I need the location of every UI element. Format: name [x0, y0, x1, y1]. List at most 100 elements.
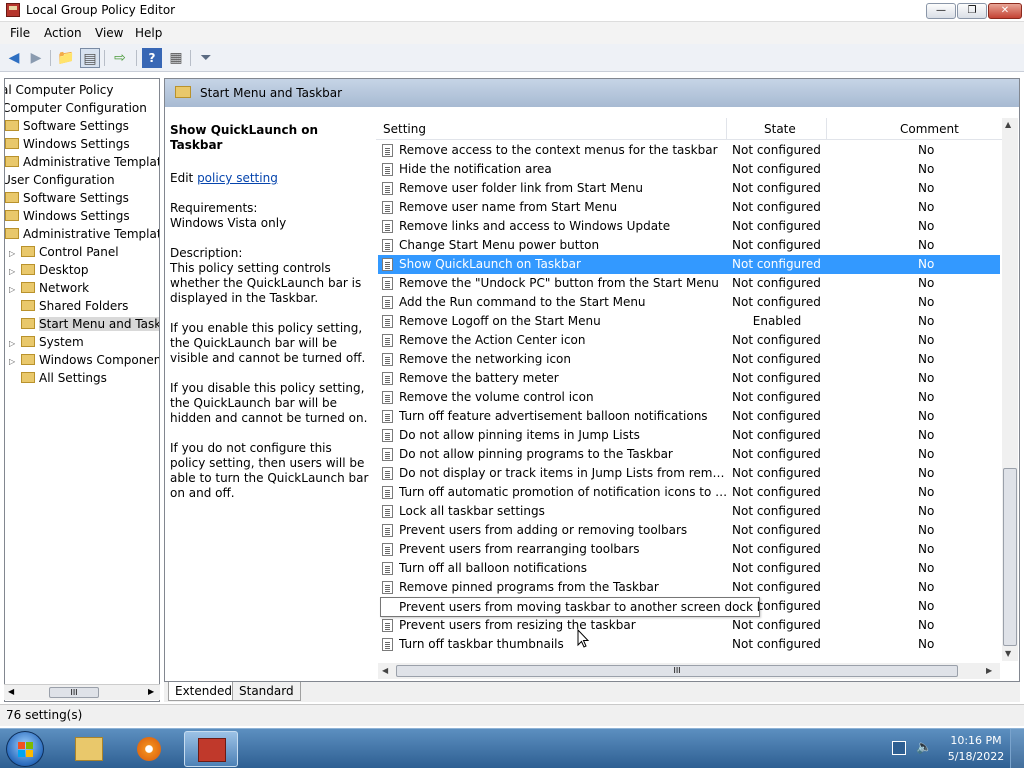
- filter-icon[interactable]: ⏷: [196, 48, 216, 68]
- policy-setting-icon: [382, 638, 393, 651]
- scroll-thumb[interactable]: III: [49, 687, 99, 698]
- settings-row[interactable]: Prevent users from resizing the taskbar N…: [378, 616, 1000, 635]
- tab-extended[interactable]: Extended: [168, 682, 239, 701]
- tree-item-system[interactable]: ▷ System: [9, 333, 84, 351]
- settings-row[interactable]: Remove the volume control icon Not config…: [378, 388, 1000, 407]
- settings-row[interactable]: Remove user folder link from Start Menu N…: [378, 179, 1000, 198]
- show-desktop-button[interactable]: [1010, 729, 1024, 768]
- settings-row[interactable]: Lock all taskbar settings Not configured N…: [378, 502, 1000, 521]
- tree-item-user-administrative-templates[interactable]: Administrative Templates: [5, 225, 159, 243]
- scroll-up-icon[interactable]: ▲: [1005, 120, 1011, 129]
- tree-item-user-software-settings[interactable]: Software Settings: [5, 189, 129, 207]
- settings-row[interactable]: Prevent users from adding or removing to…: [378, 521, 1000, 540]
- settings-row[interactable]: Remove the battery meter Not configured No: [378, 369, 1000, 388]
- maximize-button[interactable]: ❐: [957, 3, 987, 19]
- network-icon[interactable]: [892, 741, 906, 755]
- tree-item-all-settings[interactable]: All Settings: [21, 369, 107, 387]
- up-folder-icon[interactable]: 📁: [56, 48, 76, 68]
- minimize-button[interactable]: —: [926, 3, 956, 19]
- settings-row[interactable]: Remove user name from Start Menu Not conf…: [378, 198, 1000, 217]
- settings-row[interactable]: Remove Logoff on the Start Menu Enabled No: [378, 312, 1000, 331]
- settings-row[interactable]: Add the Run command to the Start Menu Not…: [378, 293, 1000, 312]
- expand-icon: ▷: [9, 285, 16, 294]
- setting-name: Remove user folder link from Start Menu: [399, 181, 644, 195]
- edit-policy-link[interactable]: policy setting: [197, 171, 278, 185]
- settings-row[interactable]: Remove the "Undock PC" button from the S…: [378, 274, 1000, 293]
- start-button[interactable]: [6, 731, 44, 767]
- back-icon[interactable]: ◀: [4, 48, 24, 68]
- menu-help[interactable]: Help: [135, 26, 162, 40]
- menu-action[interactable]: Action: [44, 26, 82, 40]
- forward-icon[interactable]: ▶: [26, 48, 46, 68]
- export-list-icon[interactable]: ⇨: [110, 48, 130, 68]
- settings-row[interactable]: Turn off taskbar thumbnails Not configure…: [378, 635, 1000, 654]
- settings-row[interactable]: Turn off automatic promotion of notifica…: [378, 483, 1000, 502]
- settings-row[interactable]: Change Start Menu power button Not config…: [378, 236, 1000, 255]
- tree-item-windows-settings[interactable]: Windows Settings: [5, 135, 130, 153]
- tree-item-windows-components[interactable]: ▷ Windows Components: [9, 351, 159, 369]
- title-bar: Local Group Policy Editor — ❐ ✕: [0, 0, 1024, 22]
- settings-row[interactable]: Do not allow pinning programs to the Tas…: [378, 445, 1000, 464]
- taskbar-media-player-button[interactable]: [122, 731, 176, 767]
- settings-row[interactable]: Remove pinned programs from the Taskbar N…: [378, 578, 1000, 597]
- column-header-setting[interactable]: Setting: [383, 122, 426, 136]
- menu-view[interactable]: View: [95, 26, 123, 40]
- setting-state: Not configured: [732, 409, 821, 423]
- tree-item-computer-configuration[interactable]: Computer Configuration: [5, 99, 147, 117]
- tab-standard[interactable]: Standard: [232, 682, 301, 701]
- clock-time[interactable]: 10:16 PM: [946, 734, 1006, 747]
- close-button[interactable]: ✕: [988, 3, 1022, 19]
- policy-setting-icon: [382, 220, 393, 233]
- scroll-right-icon[interactable]: ▶: [986, 666, 992, 675]
- tree-item-user-windows-settings[interactable]: Windows Settings: [5, 207, 130, 225]
- folder-icon: [5, 228, 19, 239]
- taskbar-group-policy-button[interactable]: [184, 731, 238, 767]
- settings-row[interactable]: Do not display or track items in Jump Li…: [378, 464, 1000, 483]
- tree-horizontal-scrollbar[interactable]: ◀ III ▶: [4, 684, 160, 700]
- menu-file[interactable]: File: [10, 26, 30, 40]
- settings-row[interactable]: Remove access to the context menus for t…: [378, 141, 1000, 160]
- tree-item-shared-folders[interactable]: Shared Folders: [21, 297, 128, 315]
- volume-icon[interactable]: 🔈: [916, 740, 932, 755]
- setting-name: Remove the networking icon: [399, 352, 572, 366]
- properties-icon[interactable]: ▦: [166, 48, 186, 68]
- settings-list-header: Setting State Comment: [376, 118, 1002, 140]
- tree-item-start-menu-and-taskbar[interactable]: Start Menu and Taskbar: [21, 315, 159, 333]
- scroll-left-icon[interactable]: ◀: [8, 687, 14, 696]
- description-paragraph: This policy setting controls whether the…: [170, 261, 362, 305]
- tree-item-software-settings[interactable]: Software Settings: [5, 117, 129, 135]
- setting-comment: No: [918, 295, 935, 309]
- help-icon[interactable]: ?: [142, 48, 162, 68]
- scroll-thumb[interactable]: [1003, 468, 1017, 646]
- settings-row[interactable]: Prevent users from rearranging toolbars N…: [378, 540, 1000, 559]
- tree-item-control-panel[interactable]: ▷ Control Panel: [9, 243, 119, 261]
- show-hide-tree-icon[interactable]: ▤: [80, 48, 100, 68]
- column-header-state[interactable]: State: [764, 122, 796, 136]
- tree-item-administrative-templates[interactable]: Administrative Templates: [5, 153, 159, 171]
- taskbar-explorer-button[interactable]: [62, 731, 116, 767]
- folder-icon: [21, 372, 35, 383]
- settings-row[interactable]: Show QuickLaunch on Taskbar Not configure…: [378, 255, 1000, 274]
- settings-row[interactable]: Hide the notification area Not configured…: [378, 160, 1000, 179]
- tree-item-user-configuration[interactable]: User Configuration: [5, 171, 115, 189]
- tree-item-desktop[interactable]: ▷ Desktop: [9, 261, 89, 279]
- scroll-thumb[interactable]: III: [396, 665, 958, 677]
- settings-row[interactable]: Remove links and access to Windows Updat…: [378, 217, 1000, 236]
- settings-vertical-scrollbar[interactable]: ▲ ▼: [1002, 118, 1018, 661]
- scroll-left-icon[interactable]: ◀: [382, 666, 388, 675]
- tree-item-network[interactable]: ▷ Network: [9, 279, 89, 297]
- settings-row[interactable]: Remove the networking icon Not configured…: [378, 350, 1000, 369]
- settings-row[interactable]: Turn off feature advertisement balloon n…: [378, 407, 1000, 426]
- policy-setting-icon: [382, 372, 393, 385]
- column-header-comment[interactable]: Comment: [900, 122, 959, 136]
- policy-setting-icon: [382, 258, 393, 271]
- scroll-down-icon[interactable]: ▼: [1005, 649, 1011, 658]
- settings-row[interactable]: Remove the Action Center icon Not configu…: [378, 331, 1000, 350]
- settings-horizontal-scrollbar[interactable]: ◀ III ▶: [378, 663, 1000, 679]
- clock-date[interactable]: 5/18/2022: [946, 750, 1006, 763]
- setting-comment: No: [918, 352, 935, 366]
- settings-row[interactable]: Do not allow pinning items in Jump Lists…: [378, 426, 1000, 445]
- scroll-right-icon[interactable]: ▶: [148, 687, 154, 696]
- tree-item-local-computer-policy[interactable]: al Computer Policy: [5, 81, 114, 99]
- settings-row[interactable]: Turn off all balloon notifications Not co…: [378, 559, 1000, 578]
